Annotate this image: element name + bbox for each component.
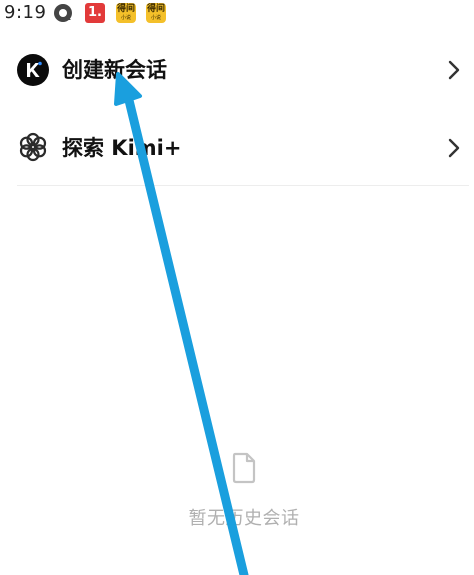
status-time: 9:19: [4, 2, 47, 23]
empty-history-text: 暂无历史会话: [188, 508, 300, 529]
yellow-app-icon: 得间 小说: [116, 3, 136, 23]
kimi-logo-icon: [17, 54, 49, 86]
camera-app-icon: [53, 3, 73, 23]
red-app-icon: 1.: [85, 3, 105, 23]
document-icon: [230, 452, 258, 484]
yellow-app-icon: 得间 小说: [146, 3, 166, 23]
flower-icon: [17, 131, 49, 163]
status-bar: 9:19 1. 得间 小说 得间 小说: [0, 0, 474, 28]
new-chat-label: 创建新会话: [62, 58, 167, 82]
explore-kimi-plus-label: 探索 Kimi+: [62, 136, 182, 160]
kimi-sidebar-screen: 9:19 1. 得间 小说 得间 小说 创建新会话 探索 Kimi+ 暂无历史会…: [0, 0, 474, 575]
chevron-right-icon: [446, 137, 462, 159]
explore-kimi-plus-button[interactable]: 探索 Kimi+: [0, 116, 474, 176]
new-chat-button[interactable]: 创建新会话: [0, 40, 474, 100]
divider: [17, 185, 469, 186]
chevron-right-icon: [446, 59, 462, 81]
